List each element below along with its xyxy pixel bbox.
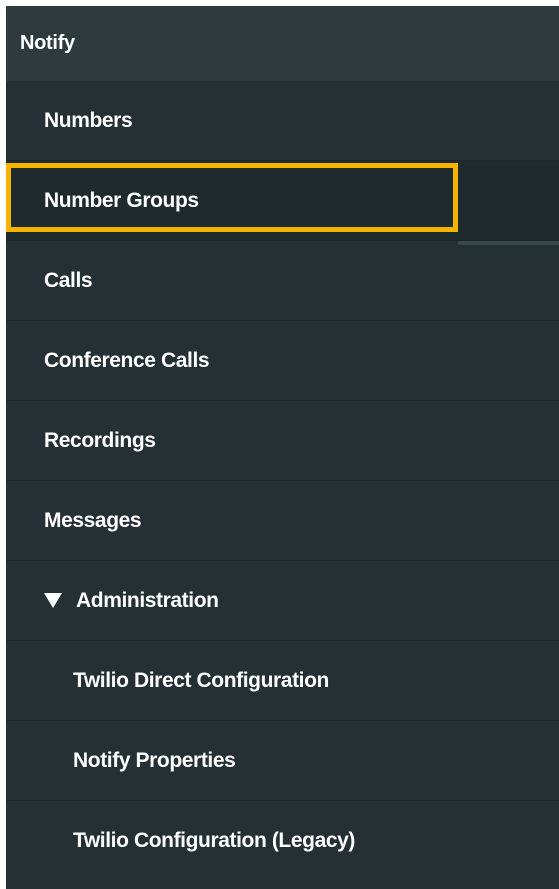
sidebar-item-numbers[interactable]: Numbers	[6, 81, 559, 161]
sidebar-item-administration[interactable]: Administration	[6, 561, 559, 641]
sidebar-item-label: Number Groups	[44, 189, 199, 212]
sidebar-header[interactable]: Notify	[6, 6, 559, 81]
sidebar-item-twilio-configuration-legacy[interactable]: Twilio Configuration (Legacy)	[6, 801, 559, 881]
sidebar-item-notify-properties[interactable]: Notify Properties	[6, 721, 559, 801]
sidebar-item-label: Calls	[44, 269, 93, 292]
sidebar-item-messages[interactable]: Messages	[6, 481, 559, 561]
sidebar-item-label: Numbers	[44, 109, 133, 132]
sidebar-item-label: Recordings	[44, 429, 156, 452]
sidebar-item-twilio-direct-configuration[interactable]: Twilio Direct Configuration	[6, 641, 559, 721]
selection-underline	[458, 241, 559, 245]
sidebar-item-label: Notify Properties	[73, 749, 236, 772]
sidebar-item-label: Conference Calls	[44, 349, 210, 372]
sidebar-item-number-groups[interactable]: Number Groups	[6, 161, 559, 241]
triangle-down-icon	[44, 593, 62, 608]
sidebar-item-conference-calls[interactable]: Conference Calls	[6, 321, 559, 401]
sidebar-item-label-wrap: Administration	[44, 589, 219, 613]
sidebar-title: Notify	[20, 32, 75, 54]
sidebar-item-label: Twilio Direct Configuration	[73, 669, 329, 692]
sidebar-item-recordings[interactable]: Recordings	[6, 401, 559, 481]
sidebar-item-label: Twilio Configuration (Legacy)	[73, 829, 356, 852]
sidebar-item-label: Messages	[44, 509, 142, 532]
sidebar-item-label: Administration	[76, 589, 219, 612]
sidebar-item-calls[interactable]: Calls	[6, 241, 559, 321]
sidebar-nav: Notify Numbers Number Groups Calls Confe…	[6, 6, 559, 889]
